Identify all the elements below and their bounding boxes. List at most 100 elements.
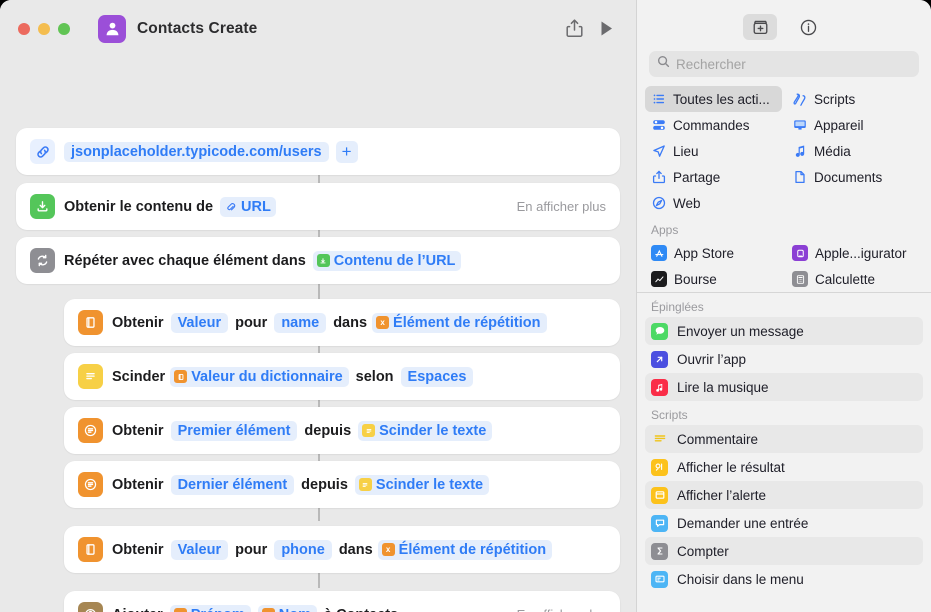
workflow-canvas[interactable]: jsonplaceholder.typicode.com/users + Obt… [0, 57, 636, 612]
scripts-list: Commentaire Afficher le résultat Affiche… [637, 425, 931, 593]
split-text-label: Scinder le texte [379, 422, 487, 439]
repeat-variable-token[interactable]: Contenu de l’URL [312, 250, 462, 271]
sidebar-item-appareil[interactable]: Appareil [786, 112, 923, 138]
add-url-button[interactable]: + [335, 140, 358, 163]
url-value-chip[interactable]: jsonplaceholder.typicode.com/users [64, 141, 329, 162]
firstname-token[interactable]: Prénom [169, 604, 251, 612]
list-item-label: Commentaire [677, 431, 759, 447]
stocks-icon [651, 271, 667, 287]
apps-section-header: Apps [651, 223, 679, 237]
show-alert-icon [651, 486, 668, 504]
key-chip[interactable]: name [274, 312, 327, 333]
search-input[interactable]: Rechercher [649, 51, 919, 77]
list-item-open-app[interactable]: Ouvrir l’app [645, 345, 923, 373]
action-library-icon[interactable] [743, 14, 777, 40]
action-card-repeat[interactable]: Répéter avec chaque élément dans Contenu… [16, 237, 620, 284]
sidebar-item-documents[interactable]: Documents [786, 164, 923, 190]
controls-icon [651, 118, 666, 133]
sidebar-item-scripts[interactable]: Scripts [786, 86, 923, 112]
traffic-lights[interactable] [18, 22, 70, 35]
action-card-add-contact[interactable]: Ajouter Prénom Nom [64, 591, 620, 612]
action-card-url[interactable]: jsonplaceholder.typicode.com/users + [16, 128, 620, 175]
action-card-get-contents[interactable]: Obtenir le contenu de URL En afficher pl… [16, 183, 620, 230]
list-item-compter[interactable]: Compter [645, 537, 923, 565]
sidebar-item-media[interactable]: Média [786, 138, 923, 164]
preposition-label: selon [355, 368, 394, 385]
sidebar-item-all-actions[interactable]: Toutes les acti... [645, 86, 782, 112]
text-glyph-icon [362, 424, 376, 437]
sidebar-item-commandes[interactable]: Commandes [645, 112, 782, 138]
list-item-send-message[interactable]: Envoyer un message [645, 317, 923, 345]
item-position-chip[interactable]: Premier élément [170, 420, 298, 441]
variable-glyph-icon: x [376, 316, 390, 329]
count-sigma-icon [651, 542, 668, 560]
repeat-item-label: Élément de répétition [398, 541, 547, 558]
list-item-label: Envoyer un message [677, 323, 804, 339]
search-icon [657, 55, 670, 73]
list-item-afficher-alerte[interactable]: Afficher l’alerte [645, 481, 923, 509]
split-text-token[interactable]: Scinder le texte [358, 420, 493, 441]
sidebar-item-label: Commandes [673, 117, 750, 133]
zoom-button[interactable] [58, 22, 70, 35]
value-chip[interactable]: Valeur [170, 539, 229, 560]
scripts-icon [792, 92, 807, 107]
action-card-split-text[interactable]: Scinder Valeur du dictionnaire selon Esp… [64, 353, 620, 400]
share-up-icon [651, 170, 666, 185]
firstname-label: Prénom [191, 607, 245, 612]
link-icon [30, 139, 55, 164]
category-grid: Toutes les acti... Scripts Commandes App… [637, 86, 931, 216]
info-circle-icon[interactable] [791, 14, 825, 40]
separator-chip[interactable]: Espaces [400, 366, 474, 387]
lastname-label: Nom [279, 607, 311, 612]
sidebar-item-partage[interactable]: Partage [645, 164, 782, 190]
close-button[interactable] [18, 22, 30, 35]
app-item-apple-configurator[interactable]: Apple...igurator [786, 240, 923, 266]
repeat-item-token[interactable]: x Élément de répétition [377, 539, 553, 560]
apple-configurator-icon [792, 245, 808, 261]
url-token-chip[interactable]: URL [220, 196, 276, 217]
action-label: Obtenir [112, 422, 164, 439]
list-item-play-music[interactable]: Lire la musique [645, 373, 923, 401]
pinned-list: Envoyer un message Ouvrir l’app Lire la … [637, 317, 931, 401]
app-item-app-store[interactable]: App Store [645, 240, 782, 266]
play-icon[interactable] [590, 14, 622, 44]
list-item-label: Choisir dans le menu [677, 571, 804, 587]
list-icon [78, 418, 103, 443]
sidebar-item-web[interactable]: Web [645, 190, 782, 216]
sidebar-item-lieu[interactable]: Lieu [645, 138, 782, 164]
action-label: Répéter avec chaque élément dans [64, 252, 306, 269]
list-item-label: Compter [677, 543, 729, 559]
app-item-calculette[interactable]: Calculette [786, 266, 923, 292]
minimize-button[interactable] [38, 22, 50, 35]
sidebar-item-label: Appareil [814, 117, 864, 133]
action-card-get-value-name[interactable]: Obtenir Valeur pour name dans x Élément … [64, 299, 620, 346]
sidebar-item-label: Lieu [673, 143, 699, 159]
lastname-token[interactable]: Nom [257, 604, 317, 612]
app-item-bourse[interactable]: Bourse [645, 266, 782, 292]
list-item-afficher-resultat[interactable]: Afficher le résultat [645, 453, 923, 481]
list-item-commentaire[interactable]: Commentaire [645, 425, 923, 453]
repeat-item-label: Élément de répétition [393, 314, 541, 331]
action-label: Obtenir [112, 541, 164, 558]
variable-glyph-icon: x [381, 543, 395, 556]
split-text-token[interactable]: Scinder le texte [354, 474, 490, 495]
list-bullet-icon [651, 92, 666, 107]
music-note-icon [792, 144, 807, 159]
share-icon[interactable] [558, 14, 590, 44]
action-card-get-value-phone[interactable]: Obtenir Valeur pour phone dans x Élément… [64, 526, 620, 573]
preposition-label: pour [235, 541, 268, 558]
item-position-chip[interactable]: Dernier élément [170, 474, 295, 495]
sidebar-item-label: Toutes les acti... [673, 91, 770, 107]
show-more-link[interactable]: En afficher plus [505, 199, 606, 214]
list-item-demander-entree[interactable]: Demander une entrée [645, 509, 923, 537]
value-chip[interactable]: Valeur [170, 312, 229, 333]
dictionary-value-token[interactable]: Valeur du dictionnaire [170, 366, 349, 387]
repeat-item-token[interactable]: x Élément de répétition [372, 312, 547, 333]
action-label: Ajouter [112, 607, 163, 612]
action-card-get-last-item[interactable]: Obtenir Dernier élément depuis Scinder l… [64, 461, 620, 508]
action-card-get-first-item[interactable]: Obtenir Premier élément depuis Scinder l… [64, 407, 620, 454]
list-item-choisir-menu[interactable]: Choisir dans le menu [645, 565, 923, 593]
key-chip[interactable]: phone [274, 539, 332, 560]
show-more-link[interactable]: En afficher plus [505, 607, 606, 612]
action-label: Scinder [112, 368, 166, 385]
